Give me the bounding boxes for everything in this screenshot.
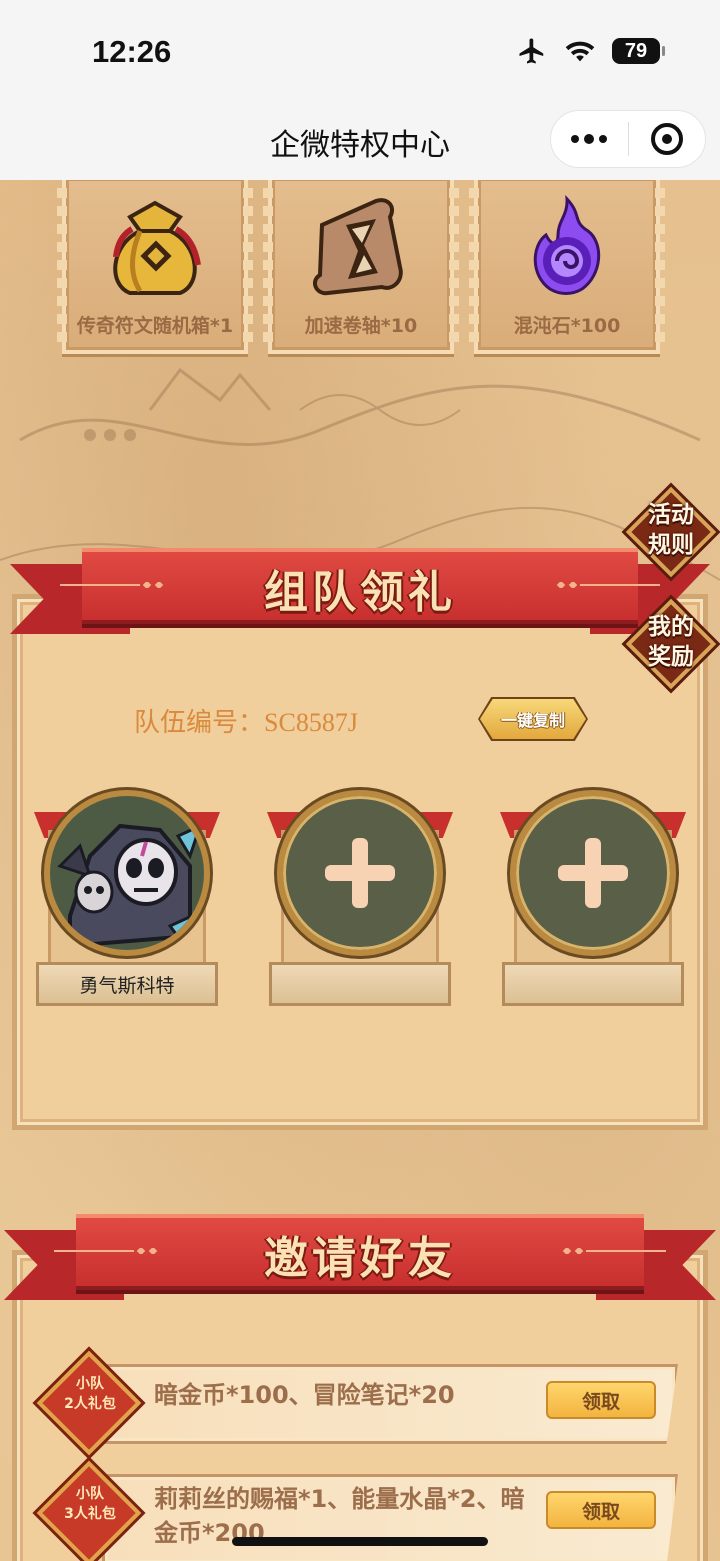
reward-card: 混沌石*100 xyxy=(469,180,665,354)
claim-button[interactable]: 领取 xyxy=(546,1381,656,1419)
purple-flame-orb-icon xyxy=(533,195,601,295)
activity-rules-button[interactable]: 活动 规则 xyxy=(625,486,717,578)
member-name xyxy=(502,962,684,1006)
my-rewards-label: 我的 奖励 xyxy=(648,614,694,670)
gold-pouch-icon xyxy=(113,200,201,295)
skull-warrior-avatar-icon xyxy=(50,796,204,950)
add-member-button[interactable] xyxy=(277,790,443,956)
mini-program-capsule xyxy=(550,110,706,168)
reward-label: 混沌石*100 xyxy=(513,315,621,337)
team-banner-title: 组队领礼 xyxy=(264,567,456,618)
add-member-button[interactable] xyxy=(510,790,676,956)
invite-banner-title: 邀请好友 xyxy=(264,1233,456,1284)
member-name xyxy=(269,962,451,1006)
plus-icon xyxy=(558,838,628,908)
invite-reward-row: 小队 3人礼包 莉莉丝的赐福*1、能量水晶*2、暗金币*200 领取 xyxy=(36,1460,678,1561)
activity-rules-label: 活动 规则 xyxy=(648,502,694,558)
battery-icon: 79 xyxy=(612,38,665,64)
team-banner: 组队领礼 xyxy=(10,548,710,634)
team-id: 队伍编号：SC8587J xyxy=(134,708,358,737)
reward-description: 暗金币*100、冒险笔记*20 xyxy=(154,1381,455,1409)
invite-banner: 邀请好友 xyxy=(4,1214,716,1300)
add-member-slot[interactable] xyxy=(498,790,688,1010)
dot-icon xyxy=(599,135,608,143)
status-time: 12:26 xyxy=(92,34,172,69)
add-member-slot[interactable] xyxy=(265,790,455,1010)
team-size-badge-label: 小队 2人礼包 xyxy=(64,1376,116,1412)
status-bar: 12:26 79 xyxy=(0,0,720,100)
nav-bar: 企微特权中心 xyxy=(0,100,720,180)
team-id-value: SC8587J xyxy=(264,708,358,737)
invite-reward-row: 小队 2人礼包 暗金币*100、冒险笔记*20 领取 xyxy=(36,1350,678,1456)
close-mini-program-button[interactable] xyxy=(629,111,706,167)
more-menu-button[interactable] xyxy=(551,111,628,167)
avatar xyxy=(44,790,210,956)
hourglass-scroll-icon xyxy=(312,198,403,296)
target-circle-icon xyxy=(650,123,683,155)
status-icons: 79 xyxy=(516,36,665,66)
wifi-icon xyxy=(565,41,595,62)
team-member-slot[interactable]: 勇气斯科特 xyxy=(32,790,222,1010)
reward-label: 加速卷轴*10 xyxy=(304,315,418,337)
copy-team-id-button[interactable]: 一键复制 xyxy=(480,699,586,739)
member-name: 勇气斯科特 xyxy=(36,962,218,1006)
claim-button[interactable]: 领取 xyxy=(546,1491,656,1529)
reward-label: 传奇符文随机箱*1 xyxy=(76,315,234,337)
team-size-badge-label: 小队 3人礼包 xyxy=(64,1486,116,1522)
plus-icon xyxy=(325,838,395,908)
dot-icon xyxy=(571,135,580,143)
reward-card: 加速卷轴*10 xyxy=(263,180,459,354)
my-rewards-button[interactable]: 我的 奖励 xyxy=(625,598,717,690)
reward-card: 传奇符文随机箱*1 xyxy=(57,180,253,354)
airplane-icon xyxy=(519,38,544,64)
home-indicator xyxy=(232,1537,488,1546)
dot-icon xyxy=(584,134,595,144)
